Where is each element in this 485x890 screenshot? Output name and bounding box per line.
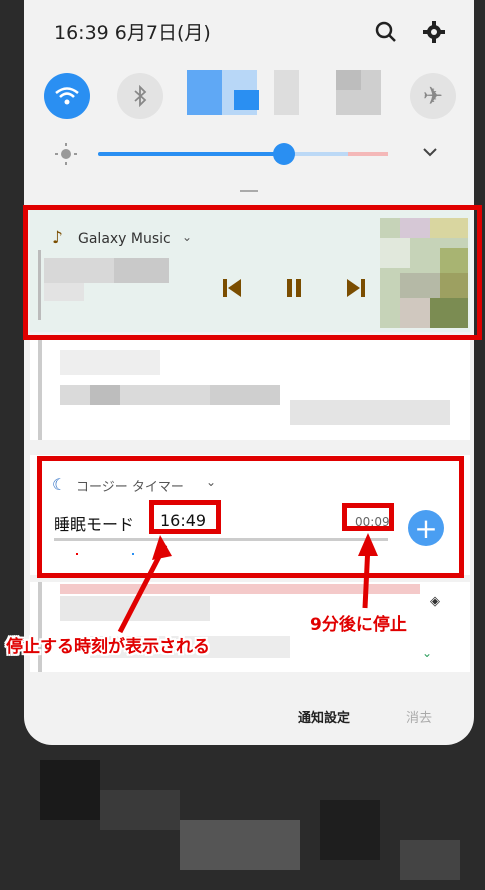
gear-icon[interactable]	[422, 20, 446, 44]
brightness-thumb[interactable]	[273, 143, 295, 165]
airplane-icon: ✈	[422, 82, 444, 110]
notification-settings-button[interactable]: 通知設定	[298, 707, 350, 726]
clear-button[interactable]: 消去	[406, 707, 432, 726]
wifi-toggle[interactable]	[44, 73, 90, 119]
remaining-annotation: 9分後に停止	[310, 615, 407, 635]
status-time-date: 16:39 6月7日(月)	[54, 22, 211, 44]
remaining-highlight-box	[342, 503, 394, 531]
blurred-notification[interactable]	[30, 340, 470, 440]
timer-highlight-box	[37, 456, 464, 578]
search-icon[interactable]	[374, 20, 398, 44]
stop-time-annotation: 停止する時刻が表示される	[6, 637, 210, 657]
stop-time-highlight-box	[149, 500, 221, 534]
chevron-down-icon[interactable]: ⌄	[422, 646, 432, 660]
drag-handle[interactable]	[240, 190, 258, 192]
wifi-icon	[55, 87, 79, 105]
bluetooth-icon	[134, 85, 147, 107]
media-highlight-box	[23, 205, 482, 340]
airplane-toggle[interactable]: ✈	[410, 73, 456, 119]
brightness-slider[interactable]	[98, 143, 388, 165]
bluetooth-toggle[interactable]	[117, 73, 163, 119]
brightness-icon	[54, 142, 78, 166]
layers-icon[interactable]: ◈	[430, 594, 440, 609]
chevron-down-icon[interactable]	[420, 144, 440, 160]
